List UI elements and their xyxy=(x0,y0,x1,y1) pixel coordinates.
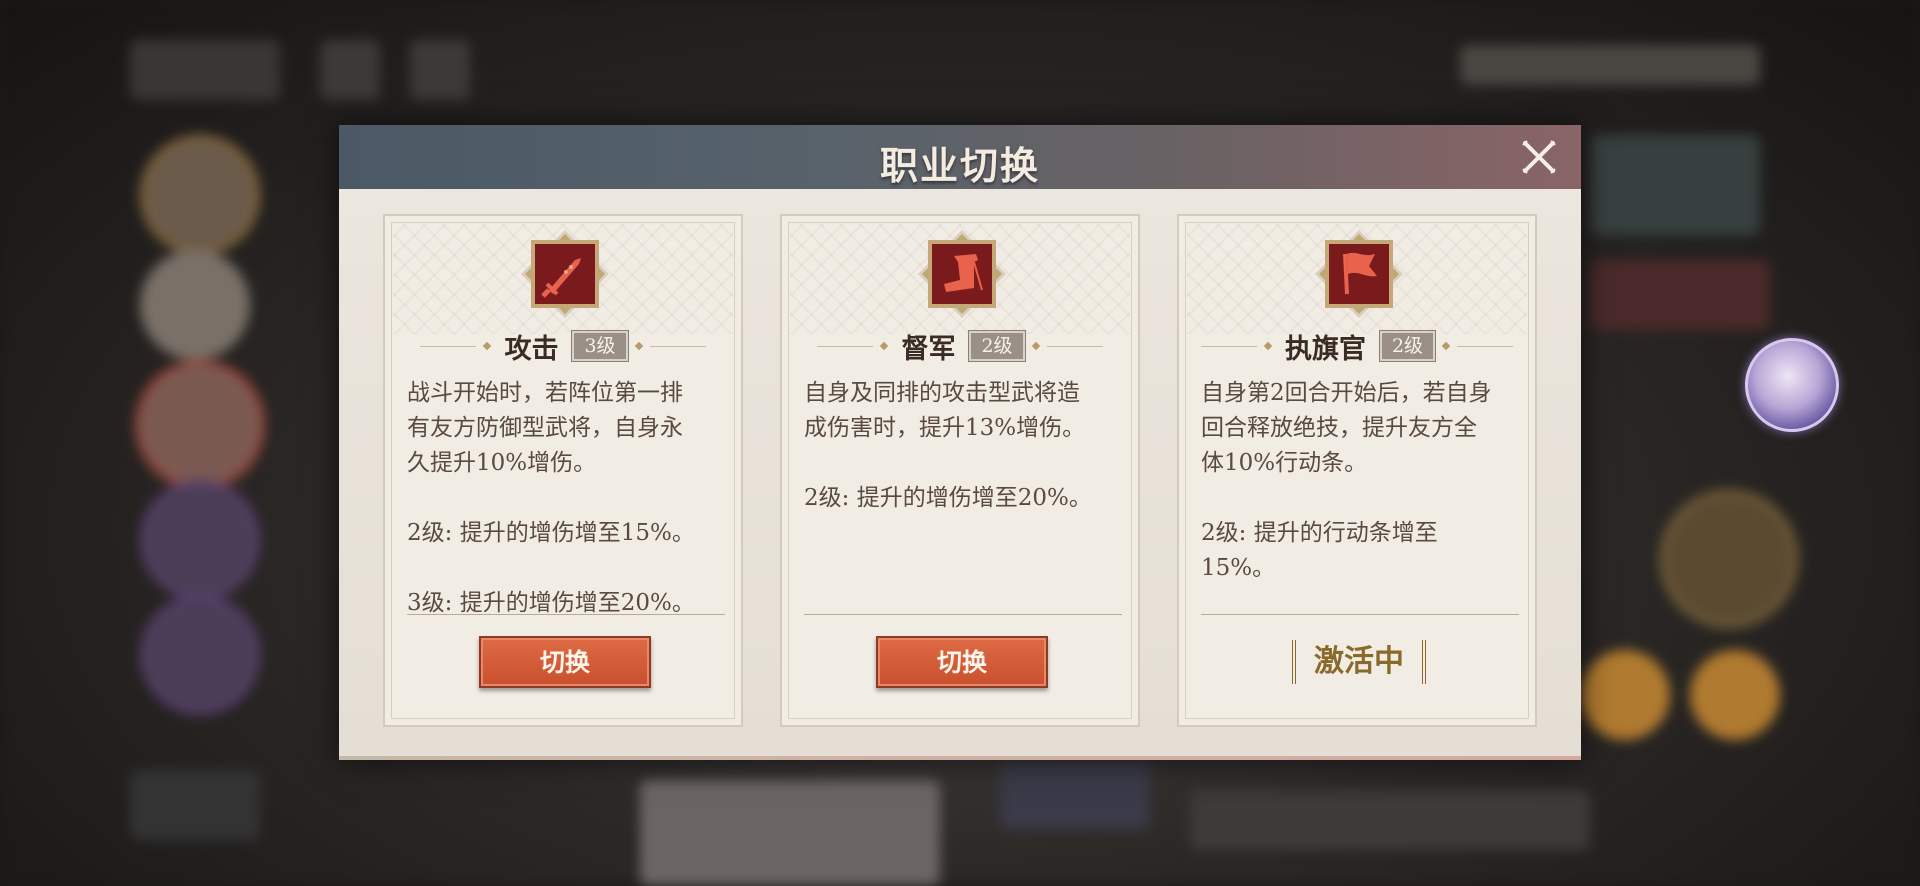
flag-icon xyxy=(1313,228,1405,320)
boot-icon xyxy=(916,228,1008,320)
level-badge: 2级 xyxy=(1378,330,1437,362)
class-description: 自身及同排的攻击型武将造 成伤害时，提升13%增伤。 2级: 提升的增伤增至20… xyxy=(804,380,1092,511)
active-status-label: 激活中 xyxy=(1292,640,1426,684)
class-name: 攻击 xyxy=(504,333,559,365)
level-badge: 2级 xyxy=(968,330,1026,362)
close-icon[interactable] xyxy=(1521,139,1557,175)
class-name: 督军 xyxy=(901,333,956,365)
character-avatar[interactable] xyxy=(1745,338,1839,432)
class-description: 战斗开始时，若阵位第一排 有友方防御型武将，自身永 久提升10%增伤。 2级: … xyxy=(407,380,695,616)
class-description: 自身第2回合开始后，若自身 回合释放绝技，提升友方全 体10%行动条。 2级: … xyxy=(1201,380,1492,581)
dialog-title: 职业切换 xyxy=(879,143,1040,188)
class-name: 执旗官 xyxy=(1284,333,1366,365)
class-switch-dialog: 职业切换 攻击 3级 战斗开始时，若阵位第一排 有友方防御型武将，自身永 久提升… xyxy=(339,125,1581,760)
dialog-header: 职业切换 xyxy=(339,125,1581,189)
class-card-attack: 攻击 3级 战斗开始时，若阵位第一排 有友方防御型武将，自身永 久提升10%增伤… xyxy=(383,214,743,727)
sword-icon xyxy=(519,228,611,320)
class-card-supervisor: 督军 2级 自身及同排的攻击型武将造 成伤害时，提升13%增伤。 2级: 提升的… xyxy=(780,214,1140,727)
class-card-flag-bearer: 执旗官 2级 自身第2回合开始后，若自身 回合释放绝技，提升友方全 体10%行动… xyxy=(1177,214,1537,727)
switch-button[interactable]: 切换 xyxy=(876,636,1048,688)
switch-button[interactable]: 切换 xyxy=(479,636,651,688)
level-badge: 3级 xyxy=(571,330,629,362)
